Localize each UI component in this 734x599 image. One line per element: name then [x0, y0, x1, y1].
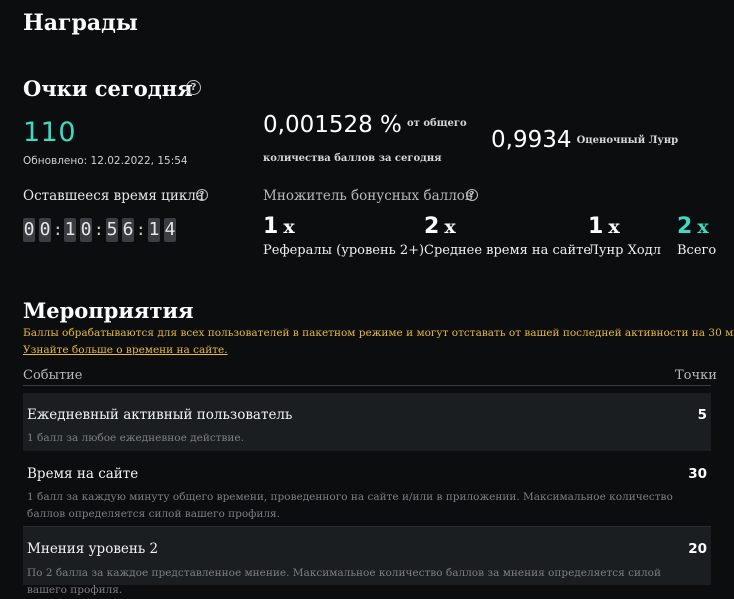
multiplier-value: 2	[677, 214, 693, 239]
event-title: Время на сайте	[27, 466, 139, 482]
column-header-points: Точки	[675, 368, 717, 383]
timer-digit: 4	[164, 218, 176, 242]
event-title: Мнения уровень 2	[27, 541, 159, 557]
event-points: 30	[688, 466, 707, 482]
percent-caption: количества баллов за сегодня	[263, 153, 442, 164]
events-heading: Мероприятия	[23, 298, 194, 323]
learn-more-link[interactable]: Узнайте больше о времени на сайте.	[23, 344, 228, 356]
column-header-event: Событие	[23, 368, 83, 383]
event-title: Ежедневный активный пользователь	[27, 407, 293, 423]
multiplier-value: 2	[424, 214, 440, 239]
multiplier-value: 1	[263, 214, 279, 239]
percent-share: 0,001528 % от общего	[263, 112, 467, 138]
page-title: Награды	[23, 10, 138, 36]
help-icon[interactable]: ?	[196, 189, 208, 201]
cycle-timer: 0 0 : 1 0 : 5 6 : 1 4	[23, 218, 188, 242]
timer-separator: :	[53, 220, 63, 239]
table-row: Мнения уровень 2 20 По 2 балла за каждое…	[23, 527, 711, 596]
multiplier-total: 2 x Всего	[677, 214, 716, 258]
multiplier-site-time: 2 x Среднее время на сайте	[424, 214, 591, 258]
timer-separator: :	[94, 220, 104, 239]
timer-digit: 5	[106, 218, 118, 242]
multiplier-lunr-hodl: 1 x Лунр Ходл	[588, 214, 661, 258]
lunar-label: Оценочный Лунр	[576, 135, 679, 146]
timer-digit: 0	[80, 218, 92, 242]
multiplier-value: 1	[588, 214, 604, 239]
multiplier-x: x	[608, 216, 620, 238]
multiplier-label: Множитель бонусных баллов	[263, 188, 473, 204]
event-description: По 2 балла за каждое представленное мнен…	[27, 567, 661, 596]
multiplier-caption: Среднее время на сайте	[424, 243, 592, 258]
multiplier-x: x	[444, 216, 456, 238]
points-today-heading: Очки сегодня	[23, 76, 193, 101]
points-today-value: 110	[23, 117, 77, 148]
event-points: 5	[697, 407, 707, 423]
event-points: 20	[688, 541, 707, 557]
updated-timestamp: Обновлено: 12.02.2022, 15:54	[23, 155, 188, 167]
timer-digit: 1	[64, 218, 76, 242]
lunar-value: 0,9934	[491, 127, 572, 153]
multiplier-caption: Рефералы (уровень 2+)	[263, 243, 425, 258]
table-row: Время на сайте 30 1 балл за каждую минут…	[23, 451, 711, 526]
help-icon[interactable]: ?	[186, 80, 201, 95]
multiplier-caption: Лунр Ходл	[588, 243, 661, 258]
help-icon[interactable]: ?	[466, 189, 478, 201]
timer-separator: :	[136, 220, 146, 239]
multiplier-caption: Всего	[677, 243, 717, 258]
cycle-label: Оставшееся время цикла	[23, 188, 204, 204]
table-row: Ежедневный активный пользователь 5 1 бал…	[23, 393, 711, 451]
multiplier-x: x	[697, 216, 709, 238]
table-divider	[23, 385, 711, 386]
timer-digit: 6	[122, 218, 134, 242]
multiplier-referrals: 1 x Рефералы (уровень 2+)	[263, 214, 424, 258]
percent-suffix: от общего	[407, 118, 467, 129]
timer-digit: 0	[39, 218, 51, 242]
timer-digit: 0	[23, 218, 35, 242]
timer-digit: 1	[148, 218, 160, 242]
event-description: 1 балл за любое ежедневное действие.	[27, 432, 244, 444]
events-notice: Баллы обрабатываются для всех пользовате…	[23, 327, 734, 339]
lunar-estimate: 0,9934 Оценочный Лунр	[491, 127, 678, 153]
event-description: 1 балл за каждую минуту общего времени, …	[27, 491, 673, 520]
multiplier-x: x	[283, 216, 295, 238]
percent-value: 0,001528 %	[263, 112, 402, 138]
